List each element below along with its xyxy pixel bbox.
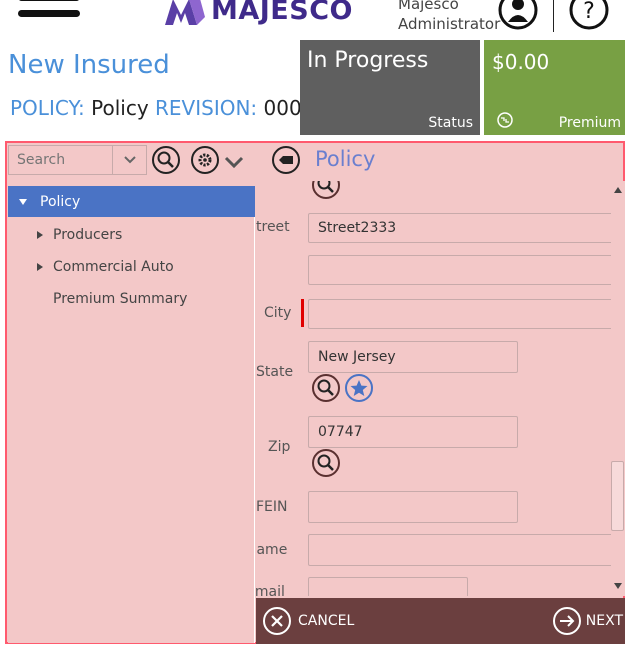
caret-right-icon[interactable] <box>36 230 44 240</box>
user-profile-icon[interactable] <box>496 0 540 32</box>
revision-value: 000 <box>263 96 302 120</box>
status-tile: In Progress Status <box>300 40 480 135</box>
caret-down-icon[interactable] <box>18 198 28 206</box>
tree-title: Policy <box>315 147 376 171</box>
tree-item-label: Policy <box>40 193 81 210</box>
search-icon[interactable] <box>311 448 341 478</box>
chevron-down-icon <box>123 156 136 164</box>
name-field[interactable] <box>308 534 613 566</box>
majesco-logo: MAJESCO <box>165 0 353 28</box>
hamburger-line <box>18 0 80 1</box>
arrow-right-icon <box>552 607 581 635</box>
hamburger-menu-button[interactable] <box>18 0 82 30</box>
logo-text: MAJESCO <box>211 0 353 26</box>
majesco-logo-mark <box>165 0 205 25</box>
state-label: State <box>256 364 294 380</box>
fein-label: FEIN <box>256 499 288 515</box>
main-panel: Policy Policy Producers Commercial Auto … <box>5 141 625 644</box>
caret-right-icon[interactable] <box>36 262 44 272</box>
premium-value: $0.00 <box>492 50 550 74</box>
email-label: Email <box>256 584 285 596</box>
address-form: treet Street2333 City State New Jersey Z… <box>256 181 613 596</box>
city-field[interactable] <box>308 299 613 329</box>
hamburger-line <box>18 10 80 17</box>
street2-field[interactable] <box>308 255 613 285</box>
state-field[interactable]: New Jersey <box>308 341 518 373</box>
premium-tile: $0.00 Premium <box>484 40 625 135</box>
user-role: Administrator <box>398 15 501 33</box>
name-label: Name <box>256 542 288 558</box>
revision-label: REVISION: <box>155 96 258 120</box>
policy-revision-line: POLICY: Policy REVISION: 000 <box>10 96 302 120</box>
cancel-label: CANCEL <box>298 613 355 629</box>
required-indicator <box>301 299 304 327</box>
status-value: In Progress <box>307 48 429 73</box>
favorite-star-icon[interactable] <box>344 373 374 403</box>
premium-label: Premium <box>558 115 621 131</box>
tree-item-commercial-auto[interactable]: Commercial Auto <box>8 251 255 282</box>
collapse-panel-icon[interactable] <box>271 145 301 175</box>
search-input[interactable] <box>9 146 113 174</box>
policy-label: POLICY: <box>10 96 85 120</box>
policy-value: Policy <box>91 96 149 120</box>
email-field[interactable] <box>308 577 468 596</box>
search-dropdown-button[interactable] <box>112 146 146 174</box>
policy-tree: Policy Producers Commercial Auto Premium… <box>8 186 255 643</box>
status-label: Status <box>428 115 473 131</box>
zip-label: Zip <box>268 439 291 455</box>
next-button[interactable]: NEXT <box>552 606 623 636</box>
search-icon[interactable] <box>311 373 341 403</box>
tree-item-premium-summary[interactable]: Premium Summary <box>8 283 255 314</box>
search-icon[interactable] <box>311 181 341 200</box>
next-label: NEXT <box>585 613 623 629</box>
refresh-icon[interactable] <box>496 111 514 129</box>
form-scrollbar[interactable] <box>611 181 625 596</box>
gear-icon[interactable] <box>190 145 220 175</box>
user-info: Majesco Administrator <box>398 0 501 34</box>
city-label: City <box>264 305 292 321</box>
street-label: treet <box>256 219 290 235</box>
tree-item-label: Commercial Auto <box>53 258 174 275</box>
street-field[interactable]: Street2333 <box>308 213 613 243</box>
tree-item-label: Premium Summary <box>53 290 188 307</box>
form-footer: CANCEL NEXT <box>256 598 625 644</box>
chevron-down-icon[interactable] <box>223 155 245 169</box>
tree-item-producers[interactable]: Producers <box>8 219 255 250</box>
svg-text:?: ? <box>583 0 595 24</box>
page-title: New Insured <box>8 50 170 80</box>
tree-item-label: Producers <box>53 226 123 243</box>
help-icon[interactable]: ? <box>567 0 611 32</box>
tree-item-policy[interactable]: Policy <box>8 186 255 217</box>
user-company: Majesco <box>398 0 459 13</box>
cancel-button[interactable]: CANCEL <box>262 606 354 636</box>
zip-field[interactable]: 07747 <box>308 416 518 448</box>
scrollbar-thumb[interactable] <box>611 461 624 531</box>
tree-search <box>8 145 147 175</box>
fein-field[interactable] <box>308 491 518 523</box>
search-icon[interactable] <box>151 145 181 175</box>
close-icon <box>263 607 291 635</box>
scroll-up-icon[interactable] <box>614 187 622 193</box>
header-separator <box>553 0 554 32</box>
scroll-down-icon[interactable] <box>614 583 622 589</box>
